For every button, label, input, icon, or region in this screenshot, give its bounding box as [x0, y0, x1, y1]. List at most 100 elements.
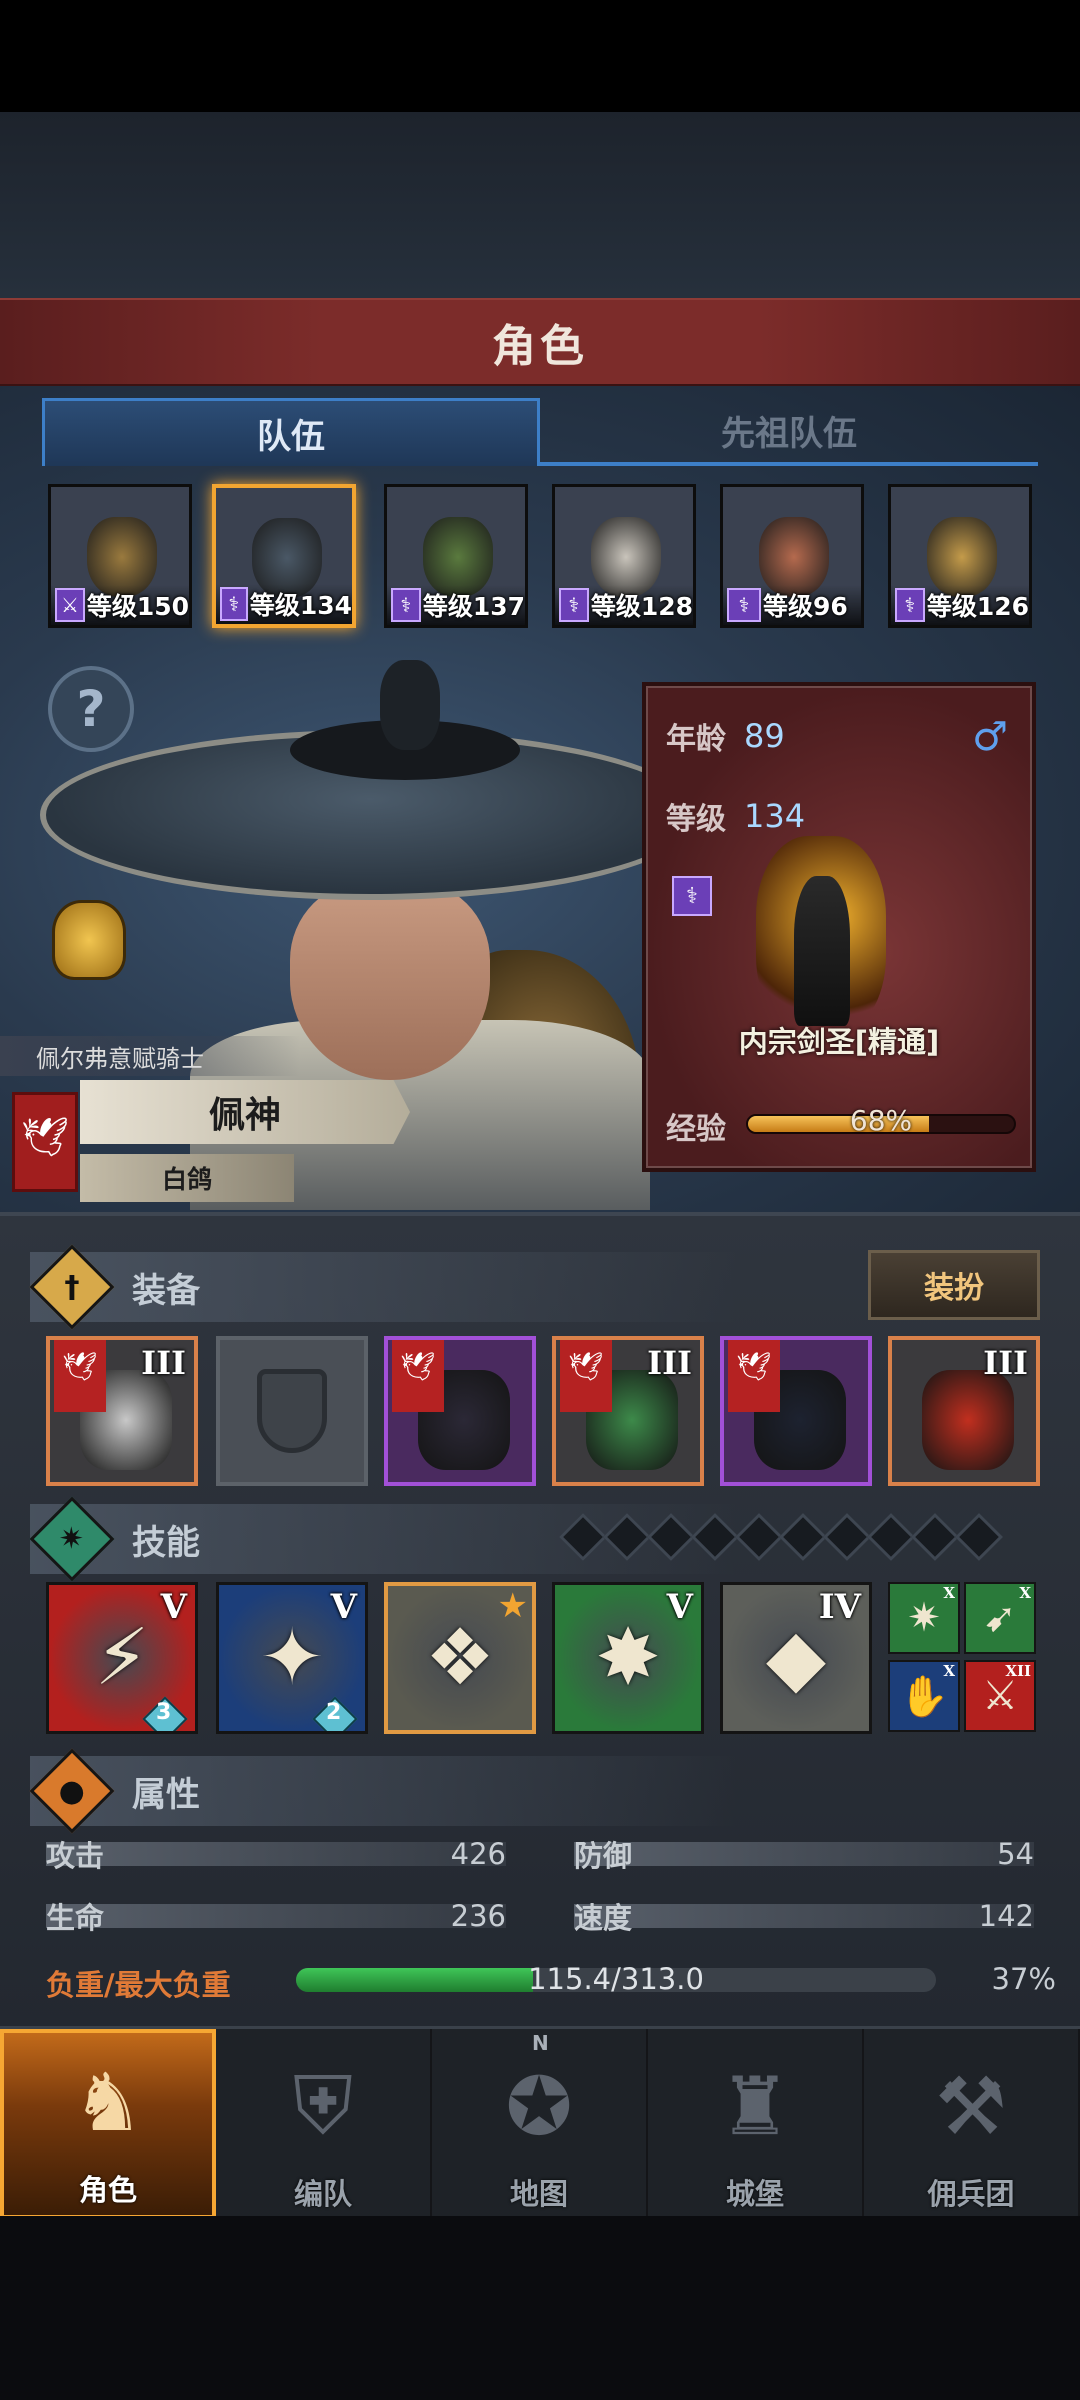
passive-skill-icon[interactable]: ✋ X [888, 1660, 960, 1732]
top-backdrop [0, 112, 1080, 298]
hero-level: 等级137 [422, 592, 525, 621]
star-burst-icon: ✷ [29, 1496, 115, 1582]
level-row: 等级 134 [666, 794, 805, 838]
staff-icon: ⚕ [895, 588, 925, 622]
gem-count: 2 [326, 1700, 342, 1725]
nav-label: 角色 [78, 2173, 137, 2207]
skill-pip [558, 1512, 608, 1562]
character-subtitle: 佩尔弗意赋骑士 [0, 1036, 300, 1076]
equipment-slot[interactable]: 🕊 III [46, 1336, 198, 1486]
team-member-3[interactable]: ⚕ 等级137 [384, 484, 528, 628]
equipment-slot[interactable]: 🕊 [384, 1336, 536, 1486]
bottom-nav: ♞ 角色 ⛨ 编队 ✪ 地图 N ♜ 城堡 ⚒ 佣兵团 [0, 2026, 1080, 2219]
hp-value: 236 [450, 1899, 506, 1933]
hero-level-bar: ⚕ 等级134 [216, 584, 352, 624]
passive-skill-icon[interactable]: ✷ X [888, 1582, 960, 1654]
dove-flag-icon: 🕊 [560, 1340, 612, 1412]
staff-icon: ⚕ [727, 588, 761, 622]
crystal-burst-skill-icon[interactable]: ✸ V [552, 1582, 704, 1734]
equipment-slot[interactable]: 🕊 III [552, 1336, 704, 1486]
passive-skill-tier: X [943, 1584, 955, 1602]
load-value: 115.4/313.0 [528, 1962, 704, 1996]
equipment-slot[interactable]: III [888, 1336, 1040, 1486]
page-title: 角色 [492, 321, 588, 372]
team-member-5[interactable]: ⚕ 等级96 [720, 484, 864, 628]
exp-value: 68% [849, 1104, 913, 1137]
team-member-6[interactable]: ⚕ 等级126 [888, 484, 1032, 628]
load-label: 负重/最大负重 [46, 1968, 231, 2002]
nav-compass-map[interactable]: ✪ 地图 N [432, 2029, 648, 2219]
hero-level: 等级128 [590, 592, 693, 621]
equipment-tier: III [983, 1344, 1028, 1382]
character-name[interactable]: 佩神 [80, 1080, 410, 1144]
equipment-tier: III [647, 1344, 692, 1382]
passive-skill-glyph: ✷ [907, 1595, 941, 1641]
defense-label: 防御 [574, 1839, 633, 1873]
claw-skill-icon[interactable]: ✦ V 2 [216, 1582, 368, 1734]
age-value: 89 [744, 717, 785, 755]
system-nav-area [0, 2216, 1080, 2400]
tab-ancestor-team[interactable]: 先祖队伍 [540, 398, 1038, 466]
passive-skill-tier: XII [1005, 1662, 1031, 1680]
passive-skill-tier: X [943, 1662, 955, 1680]
dove-flag-icon: 🕊 [54, 1340, 106, 1412]
male-icon: ♂ [972, 714, 1008, 760]
compass-north-label: N [532, 2031, 549, 2055]
team-member-1[interactable]: ⚔ 等级150 [48, 484, 192, 628]
equipment-slot[interactable]: 🕊 [720, 1336, 872, 1486]
skills-title: 技能 [132, 1522, 200, 1563]
nav-formation[interactable]: ⛨ 编队 [216, 2029, 432, 2219]
equipment-title: 装备 [132, 1270, 200, 1311]
speed-value: 142 [978, 1899, 1034, 1933]
empty-equipment-slot[interactable] [216, 1336, 368, 1486]
help-button[interactable]: ? [48, 666, 134, 752]
potion-icon[interactable] [52, 900, 126, 980]
speed-label: 速度 [574, 1901, 633, 1935]
crystal-arrow-skill-icon[interactable]: ❖ ★ [384, 1582, 536, 1734]
attack-label: 攻击 [46, 1839, 105, 1873]
skill-tier: V [160, 1587, 187, 1627]
info-card: 年龄 89 ♂ 等级 134 ⚕ 内宗剑圣[精通] 经验 68% [642, 682, 1036, 1172]
skill-tier: V [330, 1587, 357, 1627]
staff-icon: ⚕ [559, 588, 589, 622]
level-value: 134 [744, 797, 806, 835]
tab-team[interactable]: 队伍 [42, 398, 540, 466]
hero-level-bar: ⚕ 等级96 [723, 585, 861, 625]
load-percent: 37% [991, 1962, 1056, 1996]
skill-pip [602, 1512, 652, 1562]
nav-mercenary[interactable]: ⚒ 佣兵团 [864, 2029, 1080, 2219]
skill-tier: V [666, 1587, 693, 1627]
hero-level: 等级126 [926, 592, 1029, 621]
banner-name: 白鸽 [80, 1154, 294, 1202]
hero-level-bar: ⚕ 等级126 [891, 585, 1029, 625]
defense-row: 防御 54 [574, 1834, 1034, 1874]
dove-flag-icon: 🕊 [728, 1340, 780, 1412]
nav-knight[interactable]: ♞ 角色 [0, 2029, 216, 2219]
skill-pip [822, 1512, 872, 1562]
class-figure[interactable] [756, 836, 886, 1036]
nav-castle[interactable]: ♜ 城堡 [648, 2029, 864, 2219]
figure-icon: ● [29, 1748, 115, 1834]
passive-skill-icon[interactable]: ⚔ XII [964, 1660, 1036, 1732]
attack-value: 426 [450, 1837, 506, 1871]
hero-level-bar: ⚕ 等级128 [555, 585, 693, 625]
equipment-item-icon [922, 1370, 1014, 1470]
passive-skill-icon[interactable]: ➹ X [964, 1582, 1036, 1654]
fist-skill-icon[interactable]: ⚡ V 3 [46, 1582, 198, 1734]
gem-count: 3 [156, 1700, 172, 1725]
speed-row: 速度 142 [574, 1896, 1034, 1936]
nav-label: 地图 [509, 2177, 568, 2211]
hp-label: 生命 [46, 1901, 105, 1935]
team-member-4[interactable]: ⚕ 等级128 [552, 484, 696, 628]
star-icon: ★ [497, 1586, 528, 1626]
crystal-shield-skill-icon[interactable]: ◆ IV [720, 1582, 872, 1734]
skill-pip [778, 1512, 828, 1562]
hair-knot [380, 660, 440, 750]
hero-level: 等级150 [86, 592, 189, 621]
staff-icon: ⚕ [672, 876, 712, 916]
class-name: 内宗剑圣[精通] [738, 1025, 940, 1059]
passive-skill-glyph: ➹ [983, 1595, 1017, 1641]
load-row: 负重/最大负重 115.4/313.0 37% [46, 1960, 1056, 2004]
dress-button[interactable]: 装扮 [868, 1250, 1040, 1320]
team-member-2[interactable]: ⚕ 等级134 [212, 484, 356, 628]
